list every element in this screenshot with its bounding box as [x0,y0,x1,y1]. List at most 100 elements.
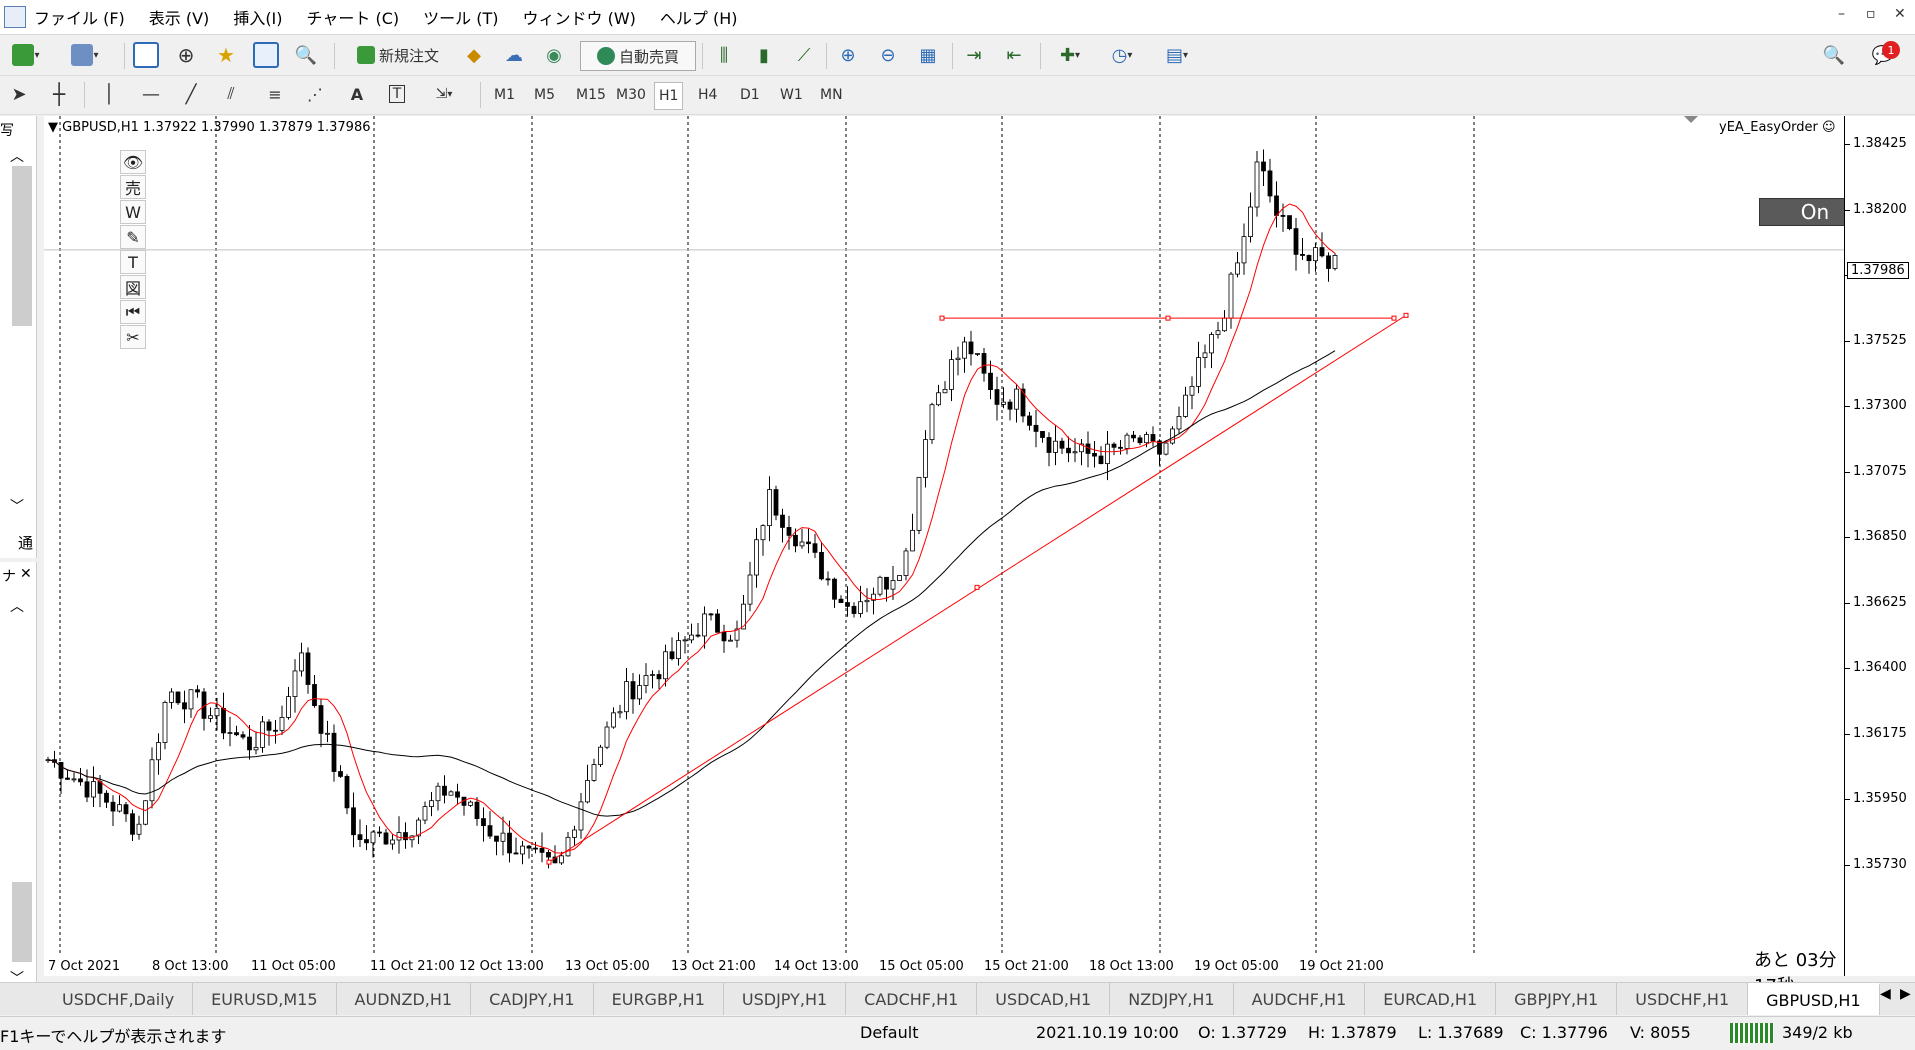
chart-tab[interactable]: GBPJPY,H1 [1496,983,1618,1015]
menu-item-2[interactable]: 挿入(I) [233,5,282,29]
menu-item-5[interactable]: ウィンドウ (W) [522,5,635,29]
chart-tab[interactable]: EURCAD,H1 [1365,983,1497,1015]
profiles-button[interactable]: ▾ [62,41,108,69]
line-handle[interactable] [1165,315,1171,321]
chart-tab[interactable]: AUDCHF,H1 [1234,983,1366,1015]
diagram-icon[interactable]: 図 [120,275,146,299]
search-icon[interactable]: 🔍 [1820,41,1848,69]
market-watch-tab[interactable]: 通 [18,532,33,553]
text-tool-icon[interactable]: A [344,80,370,108]
chart-tab[interactable]: AUDNZD,H1 [337,983,472,1015]
price-chart[interactable]: ▼ GBPUSD,H1 1.37922 1.37990 1.37879 1.37… [44,116,1871,997]
scroll-up-icon[interactable]: ︿ [10,596,24,616]
zoom-in-icon[interactable]: ⊕ [834,41,862,69]
chart-tab[interactable]: CADJPY,H1 [471,983,594,1015]
line-handle[interactable] [974,584,980,590]
scroll-up-icon[interactable]: ︿ [10,146,24,166]
tile-windows-icon[interactable]: ▦ [914,41,942,69]
vertical-line-icon[interactable]: │ [96,80,122,108]
menu-item-1[interactable]: 表示 (V) [149,5,210,29]
data-window-button[interactable]: ⊕ [172,41,200,69]
fibo-fan-icon[interactable]: ⋰ [302,80,328,108]
line-handle[interactable] [546,859,552,865]
timeframe-h4[interactable]: H4 [694,82,721,108]
menu-item-3[interactable]: チャート (C) [307,5,400,29]
timeframe-m15[interactable]: M15 [572,82,610,108]
indicators-button[interactable]: ✚ ▾ [1048,41,1092,69]
timeframe-m1[interactable]: M1 [490,82,519,108]
trendline-icon[interactable]: ╱ [178,80,204,108]
line-handle[interactable] [1391,315,1397,321]
chart-tab[interactable]: USDCHF,Daily [44,983,194,1015]
chart-tab[interactable]: EURUSD,M15 [193,983,337,1015]
navigator-button[interactable]: ★ [212,41,240,69]
chart-shift-icon[interactable]: ⇤ [1000,41,1028,69]
pencil-icon[interactable]: ✎ [120,225,146,249]
sell-icon[interactable]: 売 [120,175,146,199]
price-label: 1.36850 [1853,529,1907,544]
text-icon[interactable]: T [120,250,146,274]
navigator-panel: ナ ✕ ︿ ﹀ 全 [0,562,37,1008]
timeframe-h1[interactable]: H1 [654,82,684,110]
terminal-button[interactable] [252,41,280,69]
chart-canvas[interactable] [44,116,1844,976]
chart-tab[interactable]: GBPUSD,H1 [1748,983,1880,1015]
chart-tab[interactable]: NZDJPY,H1 [1110,983,1234,1015]
text-label-icon[interactable]: T [384,80,410,108]
chart-tab[interactable]: USDCHF,H1 [1617,983,1749,1015]
signals-button[interactable]: ☁ [500,41,528,69]
close-icon[interactable]: ✕ [1894,6,1906,22]
market-watch-button[interactable] [132,41,160,69]
rewind-icon[interactable]: ⏮ [120,300,146,324]
panel-close-icon[interactable]: ✕ [20,566,32,582]
menu-item-4[interactable]: ツール (T) [423,5,498,29]
line-chart-icon[interactable]: ⟋ [790,41,818,69]
candlestick-icon[interactable]: ▮ [750,41,778,69]
menu-item-6[interactable]: ヘルプ (H) [660,5,738,29]
scissors-icon[interactable]: ✂ [120,325,146,349]
timeframe-m5[interactable]: M5 [530,82,559,108]
timeframe-mn[interactable]: MN [816,82,847,108]
tabs-scroll-left-icon[interactable]: ◀ [1880,986,1891,1002]
eye-icon[interactable]: 👁 [120,150,146,174]
crosshair-icon[interactable]: ┼ [46,80,72,108]
chart-tab[interactable]: USDJPY,H1 [724,983,847,1015]
timeframe-m30[interactable]: M30 [612,82,650,108]
timeframe-w1[interactable]: W1 [776,82,807,108]
zoom-out-icon[interactable]: ⊖ [874,41,902,69]
timeframe-d1[interactable]: D1 [736,82,764,108]
channel-icon[interactable]: ⫽ [218,80,244,108]
minimize-icon[interactable]: – [1838,6,1845,22]
fibo-retracement-icon[interactable]: ≡ [262,80,288,108]
restore-icon[interactable]: ▫ [1866,6,1876,22]
horizontal-line-icon[interactable]: — [138,80,164,108]
tabs-scroll-right-icon[interactable]: ▶ [1900,986,1911,1002]
w-icon[interactable]: W [120,200,146,224]
templates-button[interactable]: ▤ ▾ [1152,41,1202,69]
cursor-icon[interactable]: ➤ [6,80,32,108]
auto-scroll-icon[interactable]: ⇥ [960,41,988,69]
notifications-button[interactable]: 💬 1 [1866,41,1900,69]
menu-item-0[interactable]: ファイル (F) [34,5,125,29]
strategy-tester-button[interactable]: 🔍 [292,41,320,69]
scroll-down-icon[interactable]: ﹀ [10,496,24,516]
price-tick [1845,471,1850,473]
chart-menu-icon[interactable]: ▼ [48,120,62,135]
arrows-button[interactable]: ⇲ ▾ [424,80,464,108]
metaeditor-button[interactable]: ◆ [460,41,488,69]
price-label: 1.37525 [1853,332,1907,348]
chart-shift-marker[interactable] [1684,116,1698,123]
chart-tab[interactable]: EURGBP,H1 [594,983,724,1015]
vps-button[interactable]: ◉ [540,41,568,69]
new-order-button[interactable]: 新規注文 [342,41,454,69]
chart-tab[interactable]: USDCAD,H1 [977,983,1111,1015]
scrollbar-thumb[interactable] [12,166,32,326]
scrollbar-thumb[interactable] [12,882,32,962]
new-chart-button[interactable]: ▾ [6,41,46,69]
periods-button[interactable]: ◷ ▾ [1100,41,1144,69]
bar-chart-icon[interactable]: ⫼ [710,41,738,69]
chart-tab[interactable]: CADCHF,H1 [846,983,978,1015]
auto-trade-button[interactable]: 自動売買 [580,41,696,71]
line-handle[interactable] [939,315,945,321]
line-handle[interactable] [1403,312,1409,318]
